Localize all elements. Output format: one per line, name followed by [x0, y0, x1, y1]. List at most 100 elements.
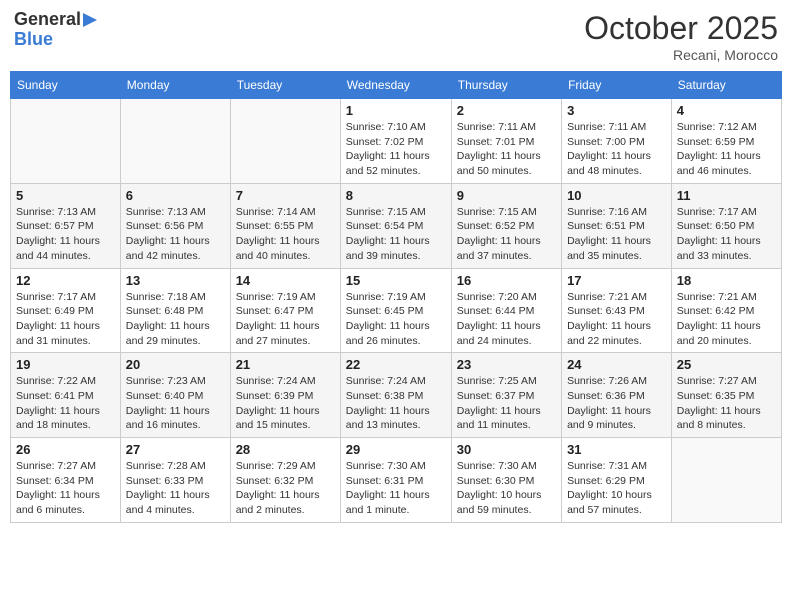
day-number: 26: [16, 442, 115, 457]
day-info: Sunrise: 7:21 AMSunset: 6:43 PMDaylight:…: [567, 290, 666, 349]
day-info-line: Sunset: 6:50 PM: [677, 220, 755, 232]
calendar-cell: 7Sunrise: 7:14 AMSunset: 6:55 PMDaylight…: [230, 183, 340, 268]
day-info-line: Sunset: 6:34 PM: [16, 475, 94, 487]
day-info-line: Sunset: 6:40 PM: [126, 390, 204, 402]
day-header-saturday: Saturday: [671, 72, 781, 99]
day-info-line: Sunset: 6:32 PM: [236, 475, 314, 487]
day-info: Sunrise: 7:16 AMSunset: 6:51 PMDaylight:…: [567, 205, 666, 264]
day-info-line: Sunset: 6:47 PM: [236, 305, 314, 317]
day-info: Sunrise: 7:11 AMSunset: 7:00 PMDaylight:…: [567, 120, 666, 179]
day-info-line: Sunrise: 7:24 AM: [236, 375, 316, 387]
day-info-line: Sunset: 6:45 PM: [346, 305, 424, 317]
day-info-line: Sunrise: 7:26 AM: [567, 375, 647, 387]
calendar-header-row: SundayMondayTuesdayWednesdayThursdayFrid…: [11, 72, 782, 99]
day-info-line: Daylight: 11 hours and 22 minutes.: [567, 320, 651, 347]
day-info-line: Sunset: 6:39 PM: [236, 390, 314, 402]
calendar-week-row: 19Sunrise: 7:22 AMSunset: 6:41 PMDayligh…: [11, 353, 782, 438]
day-info-line: Sunrise: 7:20 AM: [457, 291, 537, 303]
day-info-line: Sunset: 6:44 PM: [457, 305, 535, 317]
day-number: 18: [677, 273, 776, 288]
logo: General Blue: [14, 10, 97, 50]
day-info-line: Sunrise: 7:10 AM: [346, 121, 426, 133]
day-info-line: Sunset: 6:54 PM: [346, 220, 424, 232]
day-info-line: Sunrise: 7:29 AM: [236, 460, 316, 472]
day-info-line: Daylight: 11 hours and 37 minutes.: [457, 235, 541, 262]
day-info: Sunrise: 7:18 AMSunset: 6:48 PMDaylight:…: [126, 290, 225, 349]
day-info: Sunrise: 7:21 AMSunset: 6:42 PMDaylight:…: [677, 290, 776, 349]
day-info-line: Sunset: 6:52 PM: [457, 220, 535, 232]
day-number: 14: [236, 273, 335, 288]
calendar-cell: 9Sunrise: 7:15 AMSunset: 6:52 PMDaylight…: [451, 183, 561, 268]
day-info: Sunrise: 7:20 AMSunset: 6:44 PMDaylight:…: [457, 290, 556, 349]
day-info-line: Sunset: 6:51 PM: [567, 220, 645, 232]
calendar-cell: 11 Sunrise: 7:17 AM Sunset: 6:50 PM Dayligh…: [671, 183, 781, 268]
day-info-line: Sunrise: 7:13 AM: [16, 206, 96, 218]
day-number: 23: [457, 357, 556, 372]
calendar-cell: 4 Sunrise: 7:12 AM Sunset: 6:59 PM Daylight…: [671, 99, 781, 184]
day-info-line: Sunset: 6:57 PM: [16, 220, 94, 232]
day-number: 6: [126, 188, 225, 203]
day-info-line: Sunset: 7:00 PM: [567, 136, 645, 148]
location: Recani, Morocco: [584, 47, 778, 63]
day-info: Sunrise: 7:17 AMSunset: 6:49 PMDaylight:…: [16, 290, 115, 349]
day-info-line: Sunset: 6:33 PM: [126, 475, 204, 487]
day-info-line: Sunrise: 7:30 AM: [346, 460, 426, 472]
calendar-cell: [11, 99, 121, 184]
day-info-line: Sunset: 6:35 PM: [677, 390, 755, 402]
day-info-line: Sunrise: 7:11 AM: [457, 121, 536, 133]
day-info-line: Daylight: 11 hours and 26 minutes.: [346, 320, 430, 347]
calendar-cell: 21Sunrise: 7:24 AMSunset: 6:39 PMDayligh…: [230, 353, 340, 438]
day-info-line: Sunset: 6:29 PM: [567, 475, 645, 487]
day-header-monday: Monday: [120, 72, 230, 99]
day-info-line: Sunrise: 7:24 AM: [346, 375, 426, 387]
day-info-line: Daylight: 11 hours and 52 minutes.: [346, 150, 430, 177]
calendar-cell: 16Sunrise: 7:20 AMSunset: 6:44 PMDayligh…: [451, 268, 561, 353]
calendar-cell: 18 Sunrise: 7:21 AMSunset: 6:42 PMDayligh…: [671, 268, 781, 353]
calendar-cell: 31Sunrise: 7:31 AMSunset: 6:29 PMDayligh…: [562, 438, 672, 523]
calendar-cell: 27Sunrise: 7:28 AMSunset: 6:33 PMDayligh…: [120, 438, 230, 523]
day-info-line: Daylight: 11 hours and 33 minutes.: [677, 235, 761, 262]
day-number: 22: [346, 357, 446, 372]
day-info-line: Sunrise: 7:23 AM: [126, 375, 206, 387]
day-info: Sunrise: 7:13 AMSunset: 6:56 PMDaylight:…: [126, 205, 225, 264]
calendar-cell: 14Sunrise: 7:19 AMSunset: 6:47 PMDayligh…: [230, 268, 340, 353]
calendar-week-row: 5Sunrise: 7:13 AMSunset: 6:57 PMDaylight…: [11, 183, 782, 268]
day-info-line: Daylight: 11 hours and 29 minutes.: [126, 320, 210, 347]
day-info-line: Daylight: 11 hours and 44 minutes.: [16, 235, 100, 262]
page-header: General Blue October 2025 Recani, Morocc…: [10, 10, 782, 63]
day-info-line: Daylight: 11 hours and 40 minutes.: [236, 235, 320, 262]
calendar-cell: 2Sunrise: 7:11 AMSunset: 7:01 PMDaylight…: [451, 99, 561, 184]
day-info-line: Sunrise: 7:12 AM: [677, 121, 757, 133]
day-info-line: Sunrise: 7:11 AM: [567, 121, 646, 133]
day-info-line: Daylight: 11 hours and 27 minutes.: [236, 320, 320, 347]
day-info-line: Sunset: 6:42 PM: [677, 305, 755, 317]
day-info: Sunrise: 7:30 AMSunset: 6:31 PMDaylight:…: [346, 459, 446, 518]
day-info-line: Daylight: 11 hours and 46 minutes.: [677, 150, 761, 177]
day-info-line: Daylight: 11 hours and 15 minutes.: [236, 405, 320, 432]
day-info-line: Daylight: 11 hours and 20 minutes.: [677, 320, 761, 347]
day-info-line: Sunset: 6:59 PM: [677, 136, 755, 148]
day-info-line: Sunset: 6:36 PM: [567, 390, 645, 402]
day-info-line: Daylight: 11 hours and 4 minutes.: [126, 489, 210, 516]
logo-block: General Blue: [14, 10, 97, 50]
day-info: Sunrise: 7:30 AMSunset: 6:30 PMDaylight:…: [457, 459, 556, 518]
calendar-cell: 29Sunrise: 7:30 AMSunset: 6:31 PMDayligh…: [340, 438, 451, 523]
day-info-line: Sunrise: 7:17 AM: [677, 206, 757, 218]
day-info-line: Sunset: 6:30 PM: [457, 475, 535, 487]
day-info: Sunrise: 7:10 AM Sunset: 7:02 PM Daylight:…: [346, 120, 446, 179]
day-number: 11: [677, 188, 776, 203]
calendar-cell: 25Sunrise: 7:27 AMSunset: 6:35 PMDayligh…: [671, 353, 781, 438]
day-info-line: Sunset: 6:56 PM: [126, 220, 204, 232]
day-number: 27: [126, 442, 225, 457]
day-info-line: Sunrise: 7:18 AM: [126, 291, 206, 303]
day-info-line: Sunset: 6:37 PM: [457, 390, 535, 402]
day-info: Sunrise: 7:11 AMSunset: 7:01 PMDaylight:…: [457, 120, 556, 179]
day-info-line: Sunrise: 7:16 AM: [567, 206, 647, 218]
day-info-line: Sunrise: 7:27 AM: [677, 375, 757, 387]
calendar-cell: 1Sunrise: 7:10 AMSunset: 7:02 PMDaylight…: [340, 99, 451, 184]
day-info-line: Daylight: 11 hours and 2 minutes.: [236, 489, 320, 516]
day-info-line: Sunrise: 7:15 AM: [457, 206, 537, 218]
day-number: 4: [677, 103, 776, 118]
day-info-line: Sunset: 7:02 PM: [346, 136, 424, 148]
calendar-cell: 26Sunrise: 7:27 AMSunset: 6:34 PMDayligh…: [11, 438, 121, 523]
